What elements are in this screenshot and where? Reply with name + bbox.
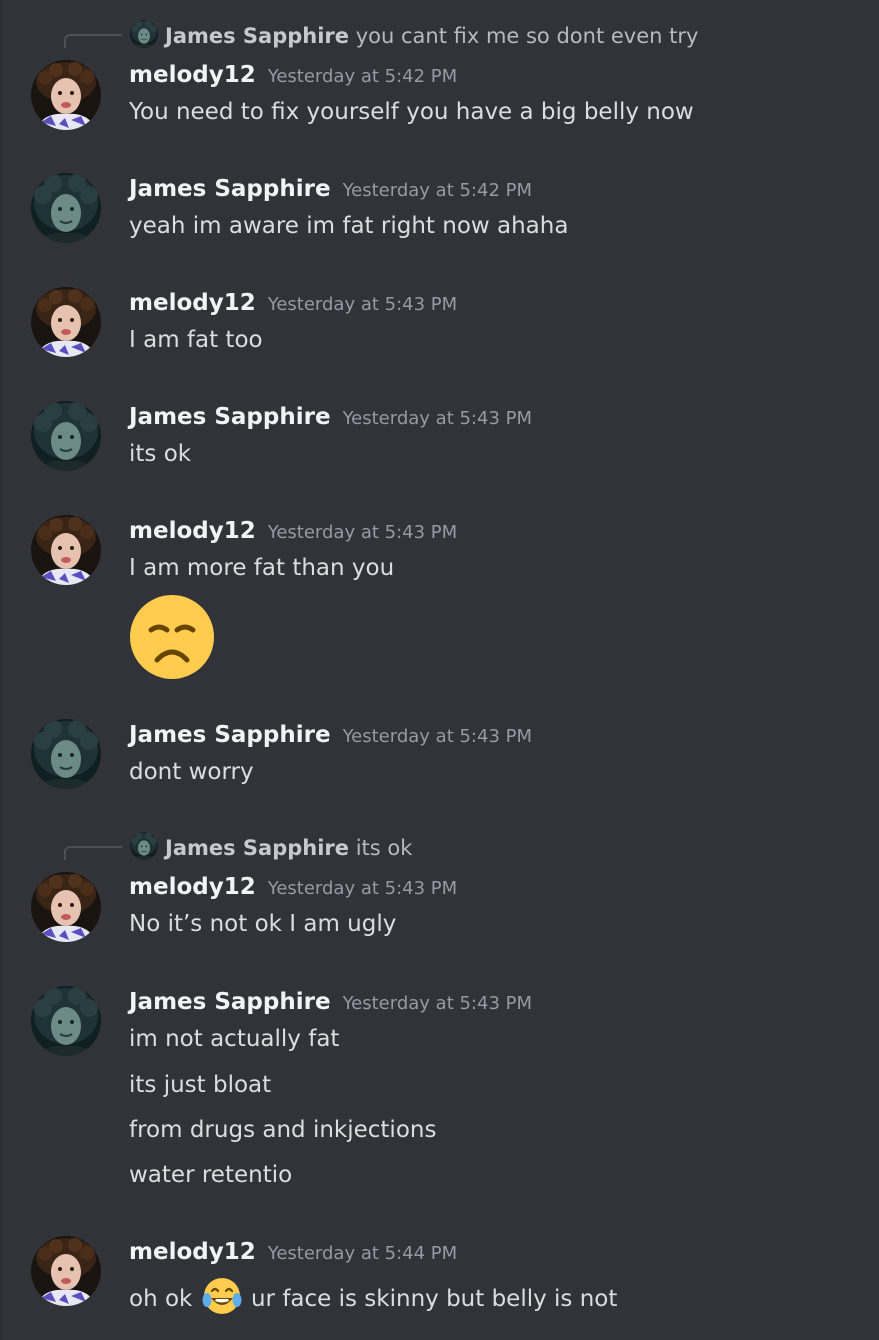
message-text: No it’s not ok I am ugly bbox=[129, 911, 397, 937]
reply-spine bbox=[64, 846, 122, 860]
avatar[interactable] bbox=[31, 60, 101, 130]
reply-reference[interactable]: James Sapphire its ok bbox=[0, 828, 879, 864]
avatar[interactable] bbox=[31, 173, 101, 243]
avatar[interactable] bbox=[31, 986, 101, 1056]
message-text: yeah im aware im fat right now ahaha bbox=[129, 213, 569, 239]
author-name[interactable]: James Sapphire bbox=[129, 404, 331, 430]
tears-of-joy-emoji[interactable] bbox=[202, 1276, 242, 1316]
reply-content: its ok bbox=[355, 836, 413, 860]
avatar[interactable] bbox=[31, 515, 101, 585]
author-name[interactable]: James Sapphire bbox=[129, 722, 331, 748]
author-name[interactable]: James Sapphire bbox=[129, 989, 331, 1015]
author-name[interactable]: melody12 bbox=[129, 1239, 256, 1265]
reply-content: you cant fix me so dont even try bbox=[355, 24, 699, 48]
timestamp: Yesterday at 5:43 PM bbox=[267, 294, 458, 315]
reply-author[interactable]: James Sapphire bbox=[165, 24, 349, 48]
author-name[interactable]: melody12 bbox=[129, 62, 256, 88]
message-text: im not actually fat bbox=[129, 1026, 340, 1052]
timestamp: Yesterday at 5:42 PM bbox=[267, 66, 458, 87]
avatar[interactable] bbox=[31, 1236, 101, 1306]
message-text: its ok bbox=[129, 441, 192, 467]
message-text: I am more fat than you bbox=[129, 555, 395, 581]
chat-messages: James Sapphire you cant fix me so dont e… bbox=[0, 0, 879, 1340]
message-text: You need to fix yourself you have a big … bbox=[129, 99, 694, 125]
disappointed-face-emoji[interactable] bbox=[129, 594, 215, 680]
reply-reference[interactable]: James Sapphire you cant fix me so dont e… bbox=[0, 16, 879, 52]
message-text-part: ur face is skinny but belly is not bbox=[250, 1286, 618, 1312]
reply-avatar bbox=[130, 20, 158, 48]
reply-author[interactable]: James Sapphire bbox=[165, 836, 349, 860]
message-text: oh ok ur face is skinny but belly is not bbox=[129, 1276, 617, 1316]
message-text-part: oh ok bbox=[129, 1286, 193, 1312]
author-name[interactable]: melody12 bbox=[129, 874, 256, 900]
timestamp: Yesterday at 5:44 PM bbox=[267, 1243, 458, 1264]
timestamp: Yesterday at 5:43 PM bbox=[267, 878, 458, 899]
avatar[interactable] bbox=[31, 401, 101, 471]
author-name[interactable]: melody12 bbox=[129, 290, 256, 316]
message-text: water retentio bbox=[129, 1162, 293, 1188]
author-name[interactable]: melody12 bbox=[129, 518, 256, 544]
timestamp: Yesterday at 5:43 PM bbox=[342, 408, 533, 429]
reply-avatar bbox=[130, 832, 158, 860]
timestamp: Yesterday at 5:43 PM bbox=[342, 726, 533, 747]
reply-spine bbox=[64, 34, 122, 48]
message-text: its just bloat bbox=[129, 1072, 272, 1098]
author-name[interactable]: James Sapphire bbox=[129, 176, 331, 202]
avatar[interactable] bbox=[31, 872, 101, 942]
message-text: I am fat too bbox=[129, 327, 263, 353]
timestamp: Yesterday at 5:43 PM bbox=[342, 993, 533, 1014]
avatar[interactable] bbox=[31, 719, 101, 789]
timestamp: Yesterday at 5:42 PM bbox=[342, 180, 533, 201]
message-text: from drugs and inkjections bbox=[129, 1117, 437, 1143]
avatar[interactable] bbox=[31, 287, 101, 357]
timestamp: Yesterday at 5:43 PM bbox=[267, 522, 458, 543]
left-divider bbox=[0, 0, 2, 1340]
message-text: dont worry bbox=[129, 759, 254, 785]
